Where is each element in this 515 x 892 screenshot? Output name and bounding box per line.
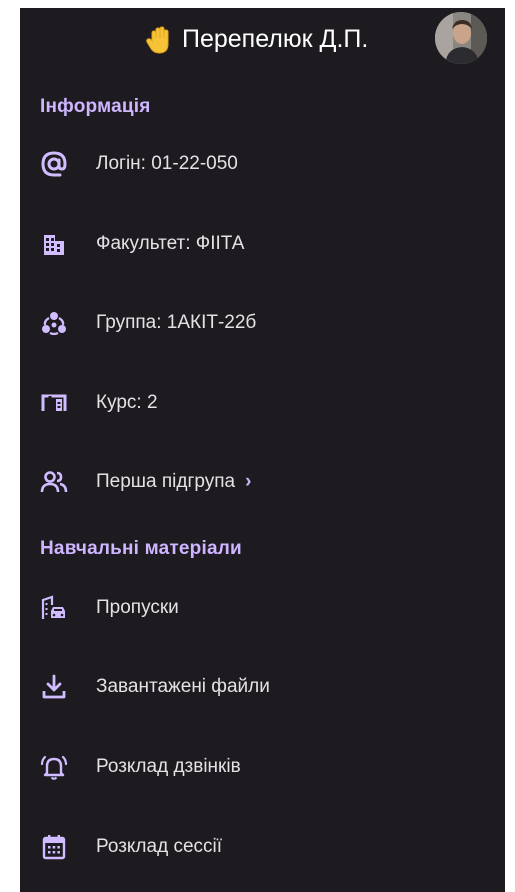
section-title-info: Інформація — [40, 96, 151, 117]
menu-item-downloads[interactable]: Завантажені файли — [20, 657, 505, 717]
download-icon — [40, 673, 68, 701]
group-icon — [40, 309, 68, 337]
menu-item-label-wrap: Перша підгрупа › — [96, 471, 251, 493]
menu-item-label: Группа: 1АКІТ-22б — [96, 312, 257, 333]
alarm-icon — [40, 753, 68, 781]
menu-item-absences[interactable]: Пропуски — [20, 578, 505, 638]
user-name: Перепелюк Д.П. — [182, 25, 369, 53]
menu-item-label: Логін: 01-22-050 — [96, 153, 238, 174]
chevron-right-icon: › — [245, 471, 252, 492]
people-icon — [40, 468, 68, 496]
at-icon — [40, 150, 68, 178]
absences-icon — [40, 594, 68, 622]
navigation-drawer: Перепелюк Д.П. Інформація Логін: 01-22-0… — [20, 8, 505, 892]
menu-item-label: Розклад сессії — [96, 836, 223, 857]
menu-item-label: Факультет: ФІІТА — [96, 233, 245, 254]
menu-item-group[interactable]: Группа: 1АКІТ-22б — [20, 293, 505, 353]
avatar[interactable] — [435, 12, 487, 64]
menu-item-exam-schedule[interactable]: Розклад сессії — [20, 817, 505, 877]
raised-hand-icon — [144, 25, 174, 55]
menu-item-label: Завантажені файли — [96, 676, 270, 697]
menu-item-login[interactable]: Логін: 01-22-050 — [20, 134, 505, 194]
menu-item-course[interactable]: Курс: 2 — [20, 373, 505, 433]
menu-item-label: Розклад дзвінків — [96, 756, 241, 777]
section-title-materials: Навчальні матеріали — [40, 538, 242, 559]
building-icon — [40, 230, 68, 258]
course-icon — [40, 389, 68, 417]
menu-item-label: Пропуски — [96, 597, 179, 618]
menu-item-label: Перша підгрупа — [96, 471, 236, 492]
profile-header: Перепелюк Д.П. — [20, 8, 505, 74]
menu-item-bell-schedule[interactable]: Розклад дзвінків — [20, 737, 505, 797]
menu-item-faculty[interactable]: Факультет: ФІІТА — [20, 214, 505, 274]
menu-item-subgroup[interactable]: Перша підгрупа › — [20, 452, 505, 512]
calendar-icon — [40, 833, 68, 861]
menu-item-label: Курс: 2 — [96, 392, 158, 413]
